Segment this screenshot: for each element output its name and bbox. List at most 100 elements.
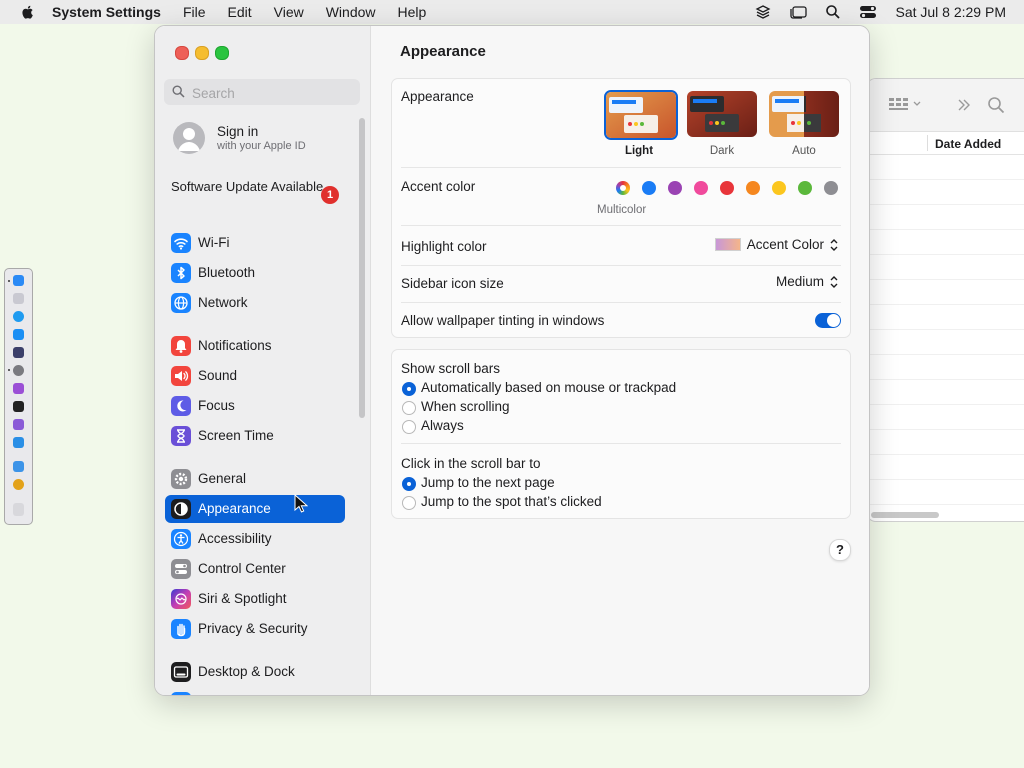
dock-podcasts-icon[interactable] <box>13 383 24 394</box>
menu-file[interactable]: File <box>183 4 206 20</box>
scrollbars-always-radio[interactable] <box>402 420 416 434</box>
dock-chrome-icon[interactable] <box>13 479 24 490</box>
appearance-light-option[interactable] <box>604 90 678 140</box>
accent-multicolor-swatch[interactable] <box>616 181 630 195</box>
sidebar-item-bluetooth[interactable]: Bluetooth <box>165 259 345 287</box>
siri-icon <box>171 589 191 609</box>
sidebar-label: Focus <box>198 398 235 413</box>
sidebar-item-focus[interactable]: Focus <box>165 392 345 420</box>
finder-window: Date Added <box>866 78 1024 522</box>
sidebar-item-screen-time[interactable]: Screen Time <box>165 422 345 450</box>
menu-window[interactable]: Window <box>326 4 376 20</box>
appearance-auto-option[interactable] <box>769 91 839 137</box>
sidebar-label: Privacy & Security <box>198 621 308 636</box>
sidebar-item-privacy-security[interactable]: Privacy & Security <box>165 615 345 643</box>
system-settings-window: Sign in with your Apple ID Software Upda… <box>154 25 870 696</box>
accent-orange-swatch[interactable] <box>746 181 760 195</box>
scrollbars-when-scrolling-radio[interactable] <box>402 401 416 415</box>
click-spot-radio[interactable] <box>402 496 416 510</box>
stepper-chevrons-icon <box>830 275 838 288</box>
update-count-badge: 1 <box>321 186 339 204</box>
sidebar-label: Appearance <box>198 501 271 516</box>
menu-edit[interactable]: Edit <box>228 4 252 20</box>
highlight-color-popup[interactable]: Accent Color <box>714 237 838 252</box>
sidebar-label: Bluetooth <box>198 265 256 280</box>
stage-manager-icon[interactable] <box>789 4 808 20</box>
menu-app-name[interactable]: System Settings <box>52 4 161 20</box>
appearance-dark-option[interactable] <box>687 91 757 137</box>
spotlight-search-icon[interactable] <box>825 4 841 20</box>
sidebar-icon-size-value: Medium <box>775 274 824 289</box>
dock-visual-studio-icon[interactable] <box>13 419 24 430</box>
accent-yellow-swatch[interactable] <box>772 181 786 195</box>
sidebar-search[interactable] <box>164 79 360 105</box>
accent-purple-swatch[interactable] <box>668 181 682 195</box>
accent-red-swatch[interactable] <box>720 181 734 195</box>
dock-folder-icon[interactable] <box>13 461 24 472</box>
dock-trash-icon[interactable] <box>13 503 24 516</box>
sidebar-scrollbar[interactable] <box>359 118 365 418</box>
toggles-icon <box>171 559 191 579</box>
sidebar-item-sound[interactable]: Sound <box>165 362 345 390</box>
wallpaper-tinting-toggle[interactable] <box>815 313 841 328</box>
sidebar-item-accessibility[interactable]: Accessibility <box>165 525 345 553</box>
more-chevrons-icon[interactable] <box>957 98 971 112</box>
dock-app-store-icon[interactable] <box>13 329 24 340</box>
accent-graphite-swatch[interactable] <box>824 181 838 195</box>
sidebar-item-siri-spotlight[interactable]: Siri & Spotlight <box>165 585 345 613</box>
sidebar-item-notifications[interactable]: Notifications <box>165 332 345 360</box>
divider <box>401 225 841 226</box>
speaker-icon <box>171 366 191 386</box>
sidebar-icon-size-label: Sidebar icon size <box>401 276 504 291</box>
accent-pink-swatch[interactable] <box>694 181 708 195</box>
view-grid-icon[interactable] <box>889 97 923 111</box>
sidebar-icon-size-popup[interactable]: Medium <box>776 274 838 289</box>
scroll-bars-group: Show scroll bars Automatically based on … <box>391 349 851 519</box>
sidebar-item-wifi[interactable]: Wi-Fi <box>165 229 345 257</box>
click-next-page-radio[interactable] <box>402 477 416 491</box>
sidebar-item-network[interactable]: Network <box>165 289 345 317</box>
dock-launchpad-icon[interactable] <box>13 293 24 304</box>
help-button[interactable]: ? <box>829 539 851 561</box>
zoom-window-button[interactable] <box>215 46 229 60</box>
sidebar-item-desktop-dock[interactable]: Desktop & Dock <box>165 658 345 686</box>
minimize-window-button[interactable] <box>195 46 209 60</box>
dock-terminal-icon[interactable] <box>13 401 24 412</box>
menu-bar: System Settings File Edit View Window He… <box>0 0 1024 24</box>
scrollbars-auto-label[interactable]: Automatically based on mouse or trackpad <box>421 380 676 395</box>
scrollbars-always-label[interactable]: Always <box>421 418 464 433</box>
signin-title: Sign in <box>217 124 259 139</box>
dock-finder-icon[interactable] <box>13 275 24 286</box>
accent-green-swatch[interactable] <box>798 181 812 195</box>
sidebar-label: Accessibility <box>198 531 272 546</box>
sidebar-item-appearance[interactable]: Appearance <box>165 495 345 523</box>
menu-help[interactable]: Help <box>398 4 427 20</box>
sidebar-item-partial[interactable] <box>165 688 345 695</box>
finder-scrollbar[interactable] <box>871 512 939 518</box>
close-window-button[interactable] <box>175 46 189 60</box>
menu-clock[interactable]: Sat Jul 8 2:29 PM <box>895 4 1006 20</box>
appearance-settings-group: Appearance Light Dark Auto Accent color <box>391 78 851 338</box>
dock-app-icon[interactable] <box>13 347 24 358</box>
scrollbars-auto-radio[interactable] <box>402 382 416 396</box>
click-next-page-label[interactable]: Jump to the next page <box>421 475 555 490</box>
scrollbars-when-scrolling-label[interactable]: When scrolling <box>421 399 510 414</box>
click-spot-label[interactable]: Jump to the spot that’s clicked <box>421 494 602 509</box>
dock-safari-icon[interactable] <box>13 311 24 322</box>
highlight-value: Accent Color <box>746 237 824 252</box>
accent-blue-swatch[interactable] <box>642 181 656 195</box>
dock-system-settings-icon[interactable] <box>13 365 24 376</box>
finder-search-icon[interactable] <box>987 96 1005 114</box>
appearance-label: Appearance <box>401 89 474 104</box>
control-center-icon[interactable] <box>859 4 877 20</box>
finder-column-header[interactable]: Date Added <box>867 132 1024 155</box>
apple-logo-icon[interactable] <box>20 4 36 20</box>
menu-view[interactable]: View <box>274 4 304 20</box>
search-input[interactable] <box>190 82 354 104</box>
layers-icon[interactable] <box>755 4 771 20</box>
dock-vscode-icon[interactable] <box>13 437 24 448</box>
date-added-header[interactable]: Date Added <box>935 137 1001 151</box>
apple-id-signin[interactable]: Sign in with your Apple ID <box>173 122 353 156</box>
sidebar-item-general[interactable]: General <box>165 465 345 493</box>
sidebar-item-control-center[interactable]: Control Center <box>165 555 345 583</box>
